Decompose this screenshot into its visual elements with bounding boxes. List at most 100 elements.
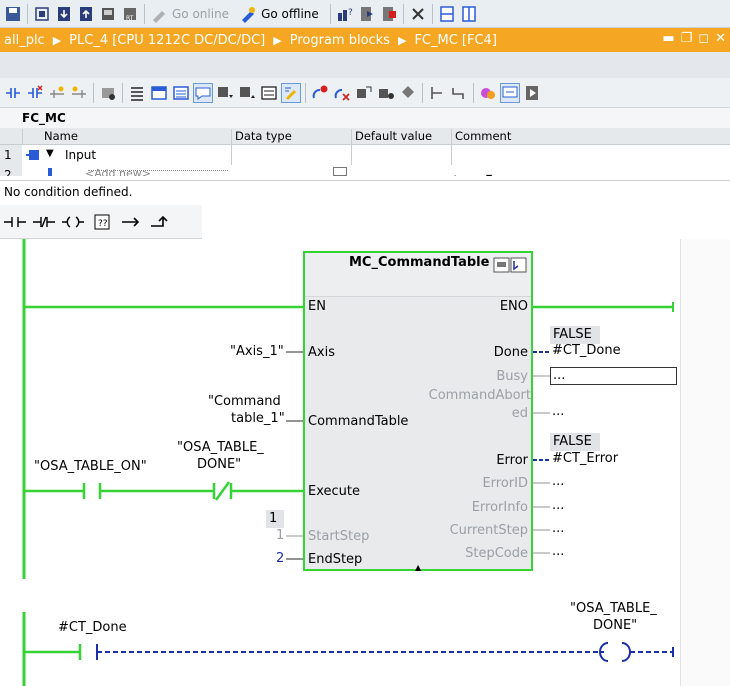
split-vertical-icon[interactable] xyxy=(460,5,478,23)
scroll-up-icon[interactable]: ▲ xyxy=(452,173,458,176)
go-offline-icon[interactable] xyxy=(239,5,257,23)
download-icon[interactable] xyxy=(55,5,73,23)
maximize-icon[interactable]: ◻ xyxy=(698,31,709,46)
expand-triangle-icon[interactable]: ▼ xyxy=(46,148,54,159)
pin-stepcode[interactable]: StepCode xyxy=(465,546,528,561)
monitoring-icon[interactable] xyxy=(355,84,373,102)
call-environment-icon[interactable] xyxy=(479,84,497,102)
column-divider[interactable] xyxy=(351,129,352,145)
breadcrumb-item[interactable]: Program blocks xyxy=(290,33,390,48)
output-coil-icon[interactable] xyxy=(60,210,85,234)
pin-endstep[interactable]: EndStep xyxy=(308,552,362,567)
normally-closed-contact-icon[interactable] xyxy=(31,210,56,234)
currentstep-operand[interactable]: ... xyxy=(552,521,564,536)
error-operand[interactable]: #CT_Error xyxy=(552,451,618,466)
empty-box-icon[interactable]: ?? xyxy=(89,210,114,234)
pin-done[interactable]: Done xyxy=(494,345,528,360)
delete-network-icon[interactable] xyxy=(26,84,44,102)
close-branch-icon[interactable] xyxy=(70,84,88,102)
pin-axis[interactable]: Axis xyxy=(308,345,335,360)
db-instance-icon[interactable] xyxy=(493,257,527,276)
mc-commandtable-block[interactable]: MC_CommandTable EN Axis CommandTable Exe… xyxy=(303,251,533,572)
pin-errorinfo[interactable]: ErrorInfo xyxy=(472,500,528,515)
insert-network-icon[interactable] xyxy=(4,84,22,102)
minimize-icon[interactable]: ▬ xyxy=(662,31,674,46)
accessible-devices-icon[interactable]: ? xyxy=(336,5,354,23)
errorinfo-operand[interactable]: ... xyxy=(552,498,564,513)
next-error-icon[interactable] xyxy=(333,84,351,102)
cmdtable-operand-line1[interactable]: "Command xyxy=(208,394,281,409)
open-branch-icon[interactable] xyxy=(118,210,143,234)
stop-cpu-icon[interactable] xyxy=(380,5,398,23)
step-icon[interactable] xyxy=(450,84,468,102)
monitor-on-off-icon[interactable] xyxy=(500,82,520,103)
column-header-datatype[interactable]: Data type xyxy=(235,129,292,143)
start-simulation-icon[interactable] xyxy=(99,5,117,23)
column-header-comment[interactable]: Comment xyxy=(455,129,511,143)
interface-row[interactable]: 1 ▼ Input xyxy=(0,145,730,165)
pin-commandaborted[interactable]: CommandAbort xyxy=(429,388,531,403)
pin-currentstep[interactable]: CurrentStep xyxy=(450,523,528,538)
block-table-icon[interactable] xyxy=(150,84,168,102)
cmdtable-operand-line2[interactable]: table_1" xyxy=(231,411,285,426)
pin-eno[interactable]: ENO xyxy=(500,299,528,314)
load-snapshot-icon[interactable] xyxy=(399,84,417,102)
done-operand[interactable]: #CT_Done xyxy=(552,343,621,358)
download-block-icon[interactable] xyxy=(523,84,541,102)
absolute-operands-icon[interactable] xyxy=(260,84,278,102)
normally-open-contact-icon[interactable] xyxy=(2,210,27,234)
comments-icon[interactable] xyxy=(193,82,213,103)
go-to-error-icon[interactable] xyxy=(311,84,329,102)
axis-operand[interactable]: "Axis_1" xyxy=(230,344,284,359)
errorid-operand[interactable]: ... xyxy=(552,474,564,489)
scroll-down-icon[interactable]: ▼ xyxy=(486,173,492,176)
column-header-name[interactable]: Name xyxy=(44,129,78,143)
snapshot-icon[interactable] xyxy=(377,84,395,102)
pin-errorid[interactable]: ErrorID xyxy=(482,476,528,491)
add-new-row[interactable]: <Add new> xyxy=(85,167,151,176)
pin-commandtable[interactable]: CommandTable xyxy=(308,414,408,429)
expand-icon[interactable] xyxy=(238,84,256,102)
insert-branch-icon[interactable] xyxy=(48,84,66,102)
go-offline-button[interactable]: Go offline xyxy=(261,7,319,21)
endstep-operand[interactable]: 2 xyxy=(276,551,284,566)
breadcrumb-item[interactable]: all_plc xyxy=(4,33,45,48)
net2-coil-operand-line2[interactable]: DONE" xyxy=(593,618,637,633)
block-list-icon[interactable] xyxy=(172,84,190,102)
pin-execute[interactable]: Execute xyxy=(308,484,360,499)
pin-startstep[interactable]: StartStep xyxy=(308,529,369,544)
network-canvas[interactable]: MC_CommandTable EN Axis CommandTable Exe… xyxy=(0,239,730,686)
insert-rung-icon[interactable] xyxy=(99,84,117,102)
cmdaborted-operand[interactable]: ... xyxy=(552,404,564,419)
runtime-icon[interactable]: RT xyxy=(121,5,139,23)
pin-busy[interactable]: Busy xyxy=(496,369,528,384)
restore-icon[interactable]: ❐ xyxy=(681,31,693,46)
go-online-button[interactable]: Go online xyxy=(172,7,229,21)
set-breakpoint-icon[interactable] xyxy=(428,84,446,102)
save-project-icon[interactable] xyxy=(4,5,22,23)
interface-row[interactable]: 2 <Add new> ▲ ▼ xyxy=(0,165,730,176)
upload-icon[interactable] xyxy=(77,5,95,23)
breadcrumb-item[interactable]: FC_MC [FC4] xyxy=(414,33,496,48)
split-horizontal-icon[interactable] xyxy=(438,5,456,23)
favorites-icon[interactable] xyxy=(281,82,301,103)
contact2-operand-line2[interactable]: DONE" xyxy=(197,457,241,472)
compile-icon[interactable] xyxy=(33,5,51,23)
datatype-dropdown-icon[interactable] xyxy=(333,167,347,176)
breadcrumb-item[interactable]: PLC_4 [CPU 1212C DC/DC/DC] xyxy=(69,33,265,48)
column-divider[interactable] xyxy=(451,129,452,145)
net2-coil-operand-line1[interactable]: "OSA_TABLE_ xyxy=(570,601,657,616)
startstep-operand[interactable]: 1 xyxy=(276,528,284,543)
pin-error[interactable]: Error xyxy=(496,453,528,468)
close-icon[interactable]: ✕ xyxy=(715,31,726,46)
net2-contact-operand[interactable]: #CT_Done xyxy=(58,620,127,635)
column-divider[interactable] xyxy=(231,129,232,145)
close-icon[interactable] xyxy=(409,5,427,23)
start-cpu-icon[interactable] xyxy=(358,5,376,23)
contact2-operand-line1[interactable]: "OSA_TABLE_ xyxy=(177,440,264,455)
pin-en[interactable]: EN xyxy=(308,299,326,314)
column-header-default[interactable]: Default value xyxy=(355,129,432,143)
collapse-icon[interactable] xyxy=(216,84,234,102)
go-online-icon[interactable] xyxy=(150,5,168,23)
busy-operand-input[interactable]: ... xyxy=(550,367,677,385)
